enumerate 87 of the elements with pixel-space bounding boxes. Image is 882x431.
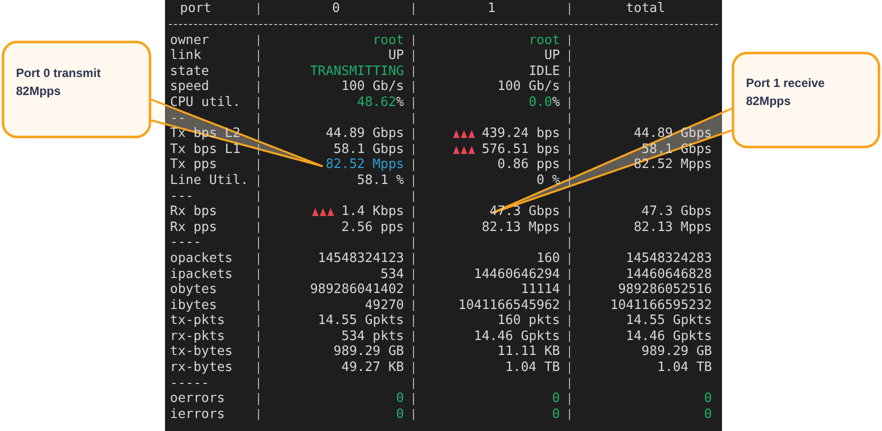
table-cell: 534 bbox=[380, 268, 404, 280]
table-cell: 0 bbox=[704, 408, 712, 420]
table-cell: 48.62% bbox=[357, 96, 404, 109]
row-label: ibytes bbox=[170, 298, 217, 313]
table-cell: 989286041402 bbox=[310, 284, 404, 296]
row-label: rx-pkts bbox=[170, 328, 225, 344]
table-cell: 47.3 Gbps bbox=[642, 206, 712, 218]
table-cell: 11114 bbox=[520, 284, 560, 296]
table-cell: root bbox=[528, 34, 560, 46]
table-cell: 0 bbox=[396, 393, 404, 405]
table-cell: 14460646828 bbox=[626, 268, 712, 280]
table-cell: 14.55 Gpkts bbox=[626, 315, 712, 327]
row-label: CPU util. bbox=[170, 94, 240, 110]
table-cell: 14460646294 bbox=[474, 268, 560, 280]
table-cell: root bbox=[372, 34, 404, 46]
row-label: speed bbox=[170, 79, 210, 94]
table-cell: 1041166595232 bbox=[610, 300, 712, 312]
table-cell: 989286052516 bbox=[618, 284, 712, 296]
row-label: Line Util. bbox=[170, 172, 248, 188]
row-label: Tx pps bbox=[170, 157, 217, 172]
row-label: Rx pps bbox=[170, 220, 217, 235]
table-cell: 0 bbox=[552, 408, 560, 420]
table-cell: 14.46 Gpkts bbox=[626, 330, 712, 342]
row-label: tx-bytes bbox=[170, 344, 233, 360]
table-cell: 58.1 % bbox=[357, 174, 404, 187]
table-cell: 160 bbox=[536, 252, 560, 264]
row-label: opackets bbox=[170, 250, 233, 266]
table-cell: 534 pkts bbox=[341, 330, 404, 342]
row-label: tx-pkts bbox=[170, 313, 225, 328]
table-cell: 0 bbox=[396, 408, 404, 420]
table-cell: 100 Gb/s bbox=[497, 81, 560, 93]
table-cell: 1.4 Kbps bbox=[341, 206, 404, 218]
table-cell: 1.04 TB bbox=[657, 362, 712, 374]
row-label: owner bbox=[170, 32, 210, 48]
table-cell: 0.86 pps bbox=[497, 159, 560, 171]
table-cell: 82.52 Mpps bbox=[326, 159, 404, 171]
table-cell: 44.89 Gbps bbox=[634, 128, 712, 140]
row-label: Rx bps bbox=[170, 204, 217, 220]
table-cell: 100 Gb/s bbox=[341, 81, 404, 93]
table-cell: 14548324283 bbox=[626, 252, 712, 264]
table-cell: 0.0% bbox=[528, 96, 560, 109]
table-cell: 58.1 Gbps bbox=[642, 144, 712, 156]
row-label: link bbox=[170, 48, 202, 64]
table-cell: 2.56 pps bbox=[341, 222, 404, 234]
table-cell: 44.89 Gbps bbox=[326, 128, 404, 140]
table-cell: 439.24 bps bbox=[482, 128, 560, 140]
table-cell: 14.46 Gpkts bbox=[474, 330, 560, 342]
column-header: 0 bbox=[332, 3, 340, 15]
table-cell: 1.04 TB bbox=[505, 362, 560, 374]
table-cell: 82.13 Mpps bbox=[482, 222, 560, 234]
table-cell: 1041166545962 bbox=[458, 300, 560, 312]
table-cell: UP bbox=[388, 50, 404, 62]
table-cell: 0 bbox=[552, 393, 560, 405]
table-cell: 49270 bbox=[364, 300, 404, 312]
table-cell: 0 bbox=[704, 393, 712, 405]
table-cell: 989.29 GB bbox=[642, 346, 712, 358]
row-label: ---- bbox=[170, 235, 202, 250]
row-label: -- bbox=[170, 110, 186, 126]
table-cell: 49.27 KB bbox=[341, 362, 404, 374]
table-cell: 160 pkts bbox=[497, 315, 560, 327]
table-cell: IDLE bbox=[528, 66, 560, 78]
table-cell: 82.52 Mpps bbox=[634, 159, 712, 171]
callout-text: Port 1 receive 82Mpps bbox=[746, 75, 826, 110]
row-label: ipackets bbox=[170, 266, 233, 282]
table-cell: 14548324123 bbox=[318, 252, 404, 264]
row-label: rx-bytes bbox=[170, 360, 233, 376]
table-cell: 14.55 Gpkts bbox=[318, 315, 404, 327]
row-label: ierrors bbox=[170, 406, 225, 422]
row-label: obytes bbox=[170, 282, 217, 298]
table-cell: 0 % bbox=[536, 174, 560, 187]
table-cell: 11.11 KB bbox=[497, 346, 560, 358]
table-cell: 58.1 Gbps bbox=[334, 144, 404, 156]
callout-text: Port 0 transmit 82Mpps bbox=[16, 65, 102, 100]
table-cell: 989.29 GB bbox=[334, 346, 404, 358]
table-cell: UP bbox=[544, 50, 560, 62]
column-header: total bbox=[626, 3, 666, 15]
row-label: Tx bps L1 bbox=[170, 142, 240, 157]
column-header: port bbox=[180, 1, 212, 16]
row-label: oerrors bbox=[170, 391, 225, 406]
table-cell: 82.13 Mpps bbox=[634, 222, 712, 234]
table-cell: 47.3 Gbps bbox=[490, 206, 560, 218]
row-label: ----- bbox=[170, 376, 210, 391]
table-cell: TRANSMITTING bbox=[310, 66, 404, 78]
row-label: --- bbox=[170, 188, 194, 204]
column-header: 1 bbox=[488, 3, 496, 15]
table-cell: 576.51 bps bbox=[482, 144, 560, 156]
row-label: state bbox=[170, 64, 210, 79]
